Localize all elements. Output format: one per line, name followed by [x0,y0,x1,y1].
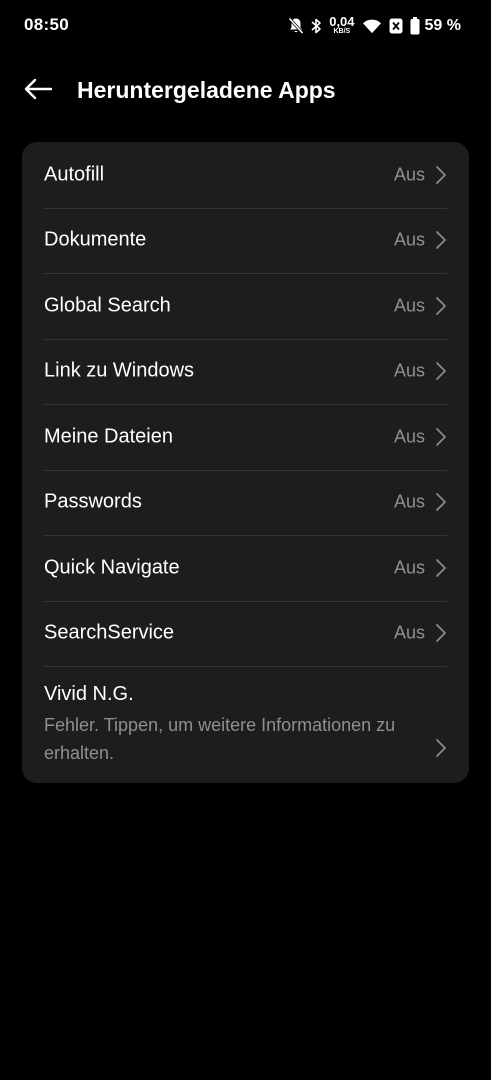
list-item-autofill[interactable]: Autofill Aus [22,142,469,208]
list-item-quick-navigate[interactable]: Quick Navigate Aus [22,535,469,601]
app-name: Autofill [44,163,105,186]
app-status: Aus [393,295,425,316]
list-item-global-search[interactable]: Global Search Aus [22,273,469,339]
app-status: Aus [393,557,425,578]
app-name: SearchService [44,621,175,644]
chevron-right-icon [436,624,446,643]
list-item-meine-dateien[interactable]: Meine Dateien Aus [22,404,469,470]
chevron-right-icon [436,739,446,757]
chevron-right-icon [436,362,446,381]
wifi-icon [362,18,382,34]
status-icons: 0,04 KB/S 59 % [288,15,461,37]
battery-saver-icon [389,18,403,34]
app-status: Aus [393,360,425,381]
list-item-dokumente[interactable]: Dokumente Aus [22,207,469,274]
battery-percentage: 59 % [424,17,461,34]
error-description: Fehler. Tippen, um weitere Informationen… [44,715,396,763]
app-name: Global Search [44,294,171,317]
chevron-right-icon [436,165,446,184]
app-status: Aus [393,491,425,512]
app-name: Passwords [44,490,142,513]
chevron-right-icon [436,427,446,446]
status-bar: 08:50 0,04 KB/S 59 % [0,0,491,52]
chevron-right-icon [436,493,446,512]
app-name: Meine Dateien [44,425,173,448]
net-speed-value: 0,04 [329,14,355,29]
app-name: Vivid N.G. [44,683,134,705]
apps-list: Autofill Aus Dokumente Aus Global Search… [22,142,469,783]
arrow-left-icon [23,78,53,105]
bell-off-icon [288,17,304,35]
app-status: Aus [393,426,425,447]
list-item-searchservice[interactable]: SearchService Aus [22,600,469,667]
list-item-passwords[interactable]: Passwords Aus [22,469,469,536]
net-speed-unit: KB/S [333,28,351,35]
status-time: 08:50 [24,15,69,34]
app-bar: Heruntergeladene Apps [0,62,491,120]
chevron-right-icon [436,558,446,577]
app-name: Link zu Windows [44,359,195,382]
bluetooth-icon [311,17,322,35]
list-item-link-zu-windows[interactable]: Link zu Windows Aus [22,338,469,405]
app-name: Quick Navigate [44,556,180,579]
list-item-vivid-ng[interactable]: Vivid N.G. Fehler. Tippen, um weitere In… [22,666,469,783]
chevron-right-icon [436,296,446,315]
back-button[interactable] [14,70,62,112]
app-status: Aus [393,164,425,185]
app-status: Aus [393,622,425,643]
chevron-right-icon [436,231,446,250]
app-status: Aus [393,229,425,250]
net-speed: 0,04 KB/S [329,15,354,35]
page-title: Heruntergeladene Apps [77,77,336,103]
app-name: Dokumente [44,228,147,251]
battery-icon [410,17,420,35]
